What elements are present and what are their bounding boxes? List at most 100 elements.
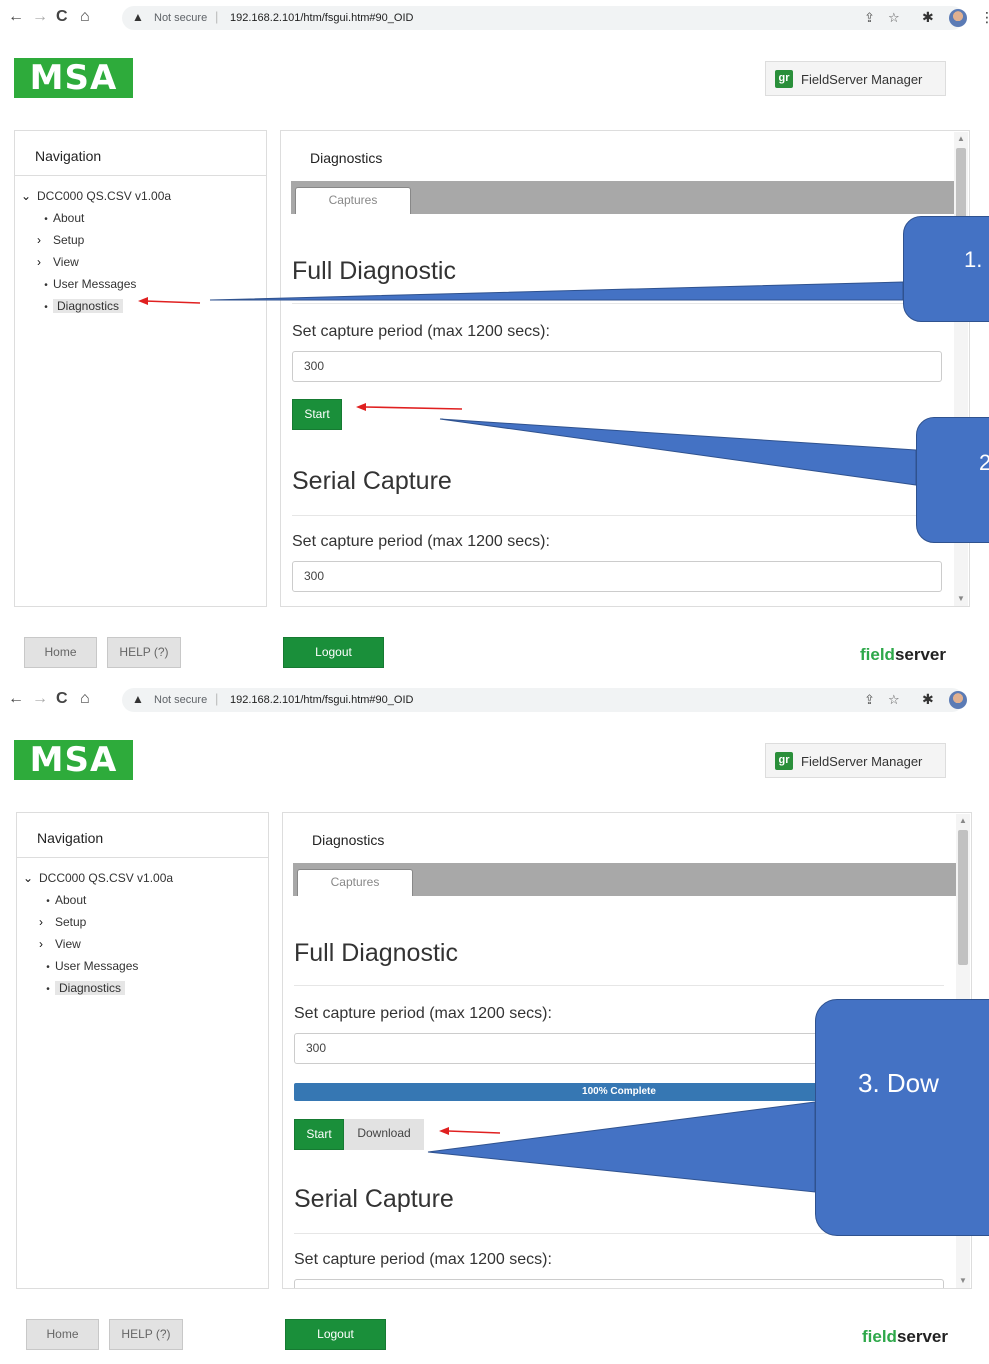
scrollbar-thumb[interactable]: [958, 830, 968, 965]
navigation-title: Navigation: [35, 148, 102, 164]
fsm-icon: gr: [775, 752, 793, 770]
back-icon[interactable]: ←: [8, 8, 24, 26]
sidebar-item-view[interactable]: › View: [39, 934, 81, 954]
url-text[interactable]: 192.168.2.101/htm/fsgui.htm#90_OID: [230, 694, 413, 706]
security-label[interactable]: Not secure: [154, 694, 207, 706]
scroll-down-icon[interactable]: ▼: [956, 1274, 970, 1288]
page-title: Diagnostics: [312, 832, 385, 848]
serial-capture-period-input[interactable]: 300: [294, 1279, 944, 1288]
profile-avatar[interactable]: [949, 691, 967, 709]
sidebar-item-label: View: [53, 255, 79, 269]
sidebar-item-diagnostics[interactable]: • Diagnostics: [39, 296, 124, 316]
fieldserver-logo: fieldserver: [862, 1327, 948, 1347]
tree-root-label: DCC000 QS.CSV v1.00a: [39, 871, 174, 885]
bookmark-star-icon[interactable]: ☆: [888, 692, 900, 708]
forward-icon[interactable]: →: [32, 690, 48, 708]
home-icon[interactable]: ⌂: [80, 8, 90, 26]
fieldserver-logo: fieldserver: [860, 645, 946, 665]
tree-root[interactable]: ⌄ DCC000 QS.CSV v1.00a: [23, 868, 173, 888]
home-button[interactable]: Home: [26, 1319, 99, 1350]
help-button[interactable]: HELP (?): [109, 1319, 183, 1350]
fsm-icon: gr: [775, 70, 793, 88]
sidebar-item-view[interactable]: › View: [37, 252, 79, 272]
sidebar-item-label: User Messages: [55, 959, 139, 973]
share-icon[interactable]: ⇪: [864, 10, 875, 26]
sidebar-item-about[interactable]: • About: [41, 890, 86, 910]
callout-2: 2: [916, 417, 989, 543]
address-bar[interactable]: ▲ Not secure | 192.168.2.101/htm/fsgui.h…: [122, 6, 964, 30]
sidebar-item-user-messages[interactable]: • User Messages: [39, 274, 136, 294]
reload-icon[interactable]: C: [56, 8, 68, 26]
security-label[interactable]: Not secure: [154, 12, 207, 24]
full-diagnostic-heading: Full Diagnostic: [294, 939, 458, 967]
chevron-down-icon[interactable]: ⌄: [21, 186, 37, 206]
help-button[interactable]: HELP (?): [107, 637, 181, 668]
url-text[interactable]: 192.168.2.101/htm/fsgui.htm#90_OID: [230, 12, 413, 24]
sidebar-item-label: View: [55, 937, 81, 951]
divider: [292, 515, 942, 516]
browser-toolbar: ← → C ⌂ ▲ Not secure | 192.168.2.101/htm…: [0, 682, 989, 720]
bookmark-star-icon[interactable]: ☆: [888, 10, 900, 26]
tab-captures[interactable]: Captures: [297, 869, 413, 896]
callout-3-text: 3. Dow: [858, 1068, 939, 1098]
home-icon[interactable]: ⌂: [80, 690, 90, 708]
fieldserver-logo-field: field: [862, 1327, 897, 1346]
screenshot-before: ← → C ⌂ ▲ Not secure | 192.168.2.101/htm…: [0, 0, 989, 682]
scroll-down-icon[interactable]: ▼: [954, 592, 968, 606]
chevron-down-icon[interactable]: ⌄: [23, 868, 39, 888]
extensions-puzzle-icon[interactable]: ✱: [922, 9, 934, 26]
browser-toolbar: ← → C ⌂ ▲ Not secure | 192.168.2.101/htm…: [0, 0, 989, 38]
logout-button[interactable]: Logout: [285, 1319, 386, 1350]
sidebar-item-label: Diagnostics: [55, 981, 126, 995]
serial-capture-period-input[interactable]: 300: [292, 561, 942, 592]
share-icon[interactable]: ⇪: [864, 692, 875, 708]
capture-period-input[interactable]: 300: [292, 351, 942, 382]
sidebar-item-label: Diagnostics: [53, 299, 124, 313]
chevron-right-icon[interactable]: ›: [37, 252, 53, 272]
sidebar-item-label: User Messages: [53, 277, 137, 291]
sidebar-item-label: About: [55, 893, 87, 907]
address-bar[interactable]: ▲ Not secure | 192.168.2.101/htm/fsgui.h…: [122, 688, 964, 712]
fieldserver-manager-button[interactable]: gr FieldServer Manager: [765, 61, 946, 96]
download-button[interactable]: Download: [344, 1119, 424, 1150]
profile-avatar[interactable]: [949, 9, 967, 27]
forward-icon[interactable]: →: [32, 8, 48, 26]
logout-button[interactable]: Logout: [283, 637, 384, 668]
bullet-icon: •: [44, 280, 48, 291]
fsm-label: FieldServer Manager: [801, 72, 923, 87]
sidebar-item-about[interactable]: • About: [39, 208, 84, 228]
fieldserver-manager-button[interactable]: gr FieldServer Manager: [765, 743, 946, 778]
chevron-right-icon[interactable]: ›: [39, 912, 55, 932]
bullet-icon: •: [44, 302, 48, 313]
serial-capture-heading: Serial Capture: [292, 467, 452, 495]
page-title: Diagnostics: [310, 150, 383, 166]
sidebar-item-user-messages[interactable]: • User Messages: [41, 956, 138, 976]
reload-icon[interactable]: C: [56, 690, 68, 708]
msa-logo: MSA: [14, 740, 133, 780]
menu-kebab-icon[interactable]: ⋮: [980, 9, 989, 26]
tab-bar: Captures: [291, 181, 955, 214]
separator: |: [215, 691, 219, 706]
home-button[interactable]: Home: [24, 637, 97, 668]
back-icon[interactable]: ←: [8, 690, 24, 708]
extensions-puzzle-icon[interactable]: ✱: [922, 691, 934, 708]
navigation-header: Navigation: [17, 813, 268, 858]
tab-captures[interactable]: Captures: [295, 187, 411, 214]
scroll-up-icon[interactable]: ▲: [956, 814, 970, 828]
sidebar-item-setup[interactable]: › Setup: [37, 230, 84, 250]
sidebar-item-diagnostics[interactable]: • Diagnostics: [41, 978, 126, 998]
sidebar-item-setup[interactable]: › Setup: [39, 912, 86, 932]
warning-icon[interactable]: ▲: [132, 10, 144, 24]
fieldserver-logo-server: server: [896, 1327, 949, 1346]
serial-capture-period-label: Set capture period (max 1200 secs):: [294, 1251, 552, 1268]
chevron-right-icon[interactable]: ›: [39, 934, 55, 954]
warning-icon[interactable]: ▲: [132, 692, 144, 706]
tree-root[interactable]: ⌄ DCC000 QS.CSV v1.00a: [21, 186, 171, 206]
scroll-up-icon[interactable]: ▲: [954, 132, 968, 146]
capture-period-label: Set capture period (max 1200 secs):: [294, 1005, 552, 1022]
start-button[interactable]: Start: [292, 399, 342, 430]
screenshot-after: ← → C ⌂ ▲ Not secure | 192.168.2.101/htm…: [0, 682, 989, 1364]
bullet-icon: •: [46, 984, 50, 995]
start-button[interactable]: Start: [294, 1119, 344, 1150]
chevron-right-icon[interactable]: ›: [37, 230, 53, 250]
